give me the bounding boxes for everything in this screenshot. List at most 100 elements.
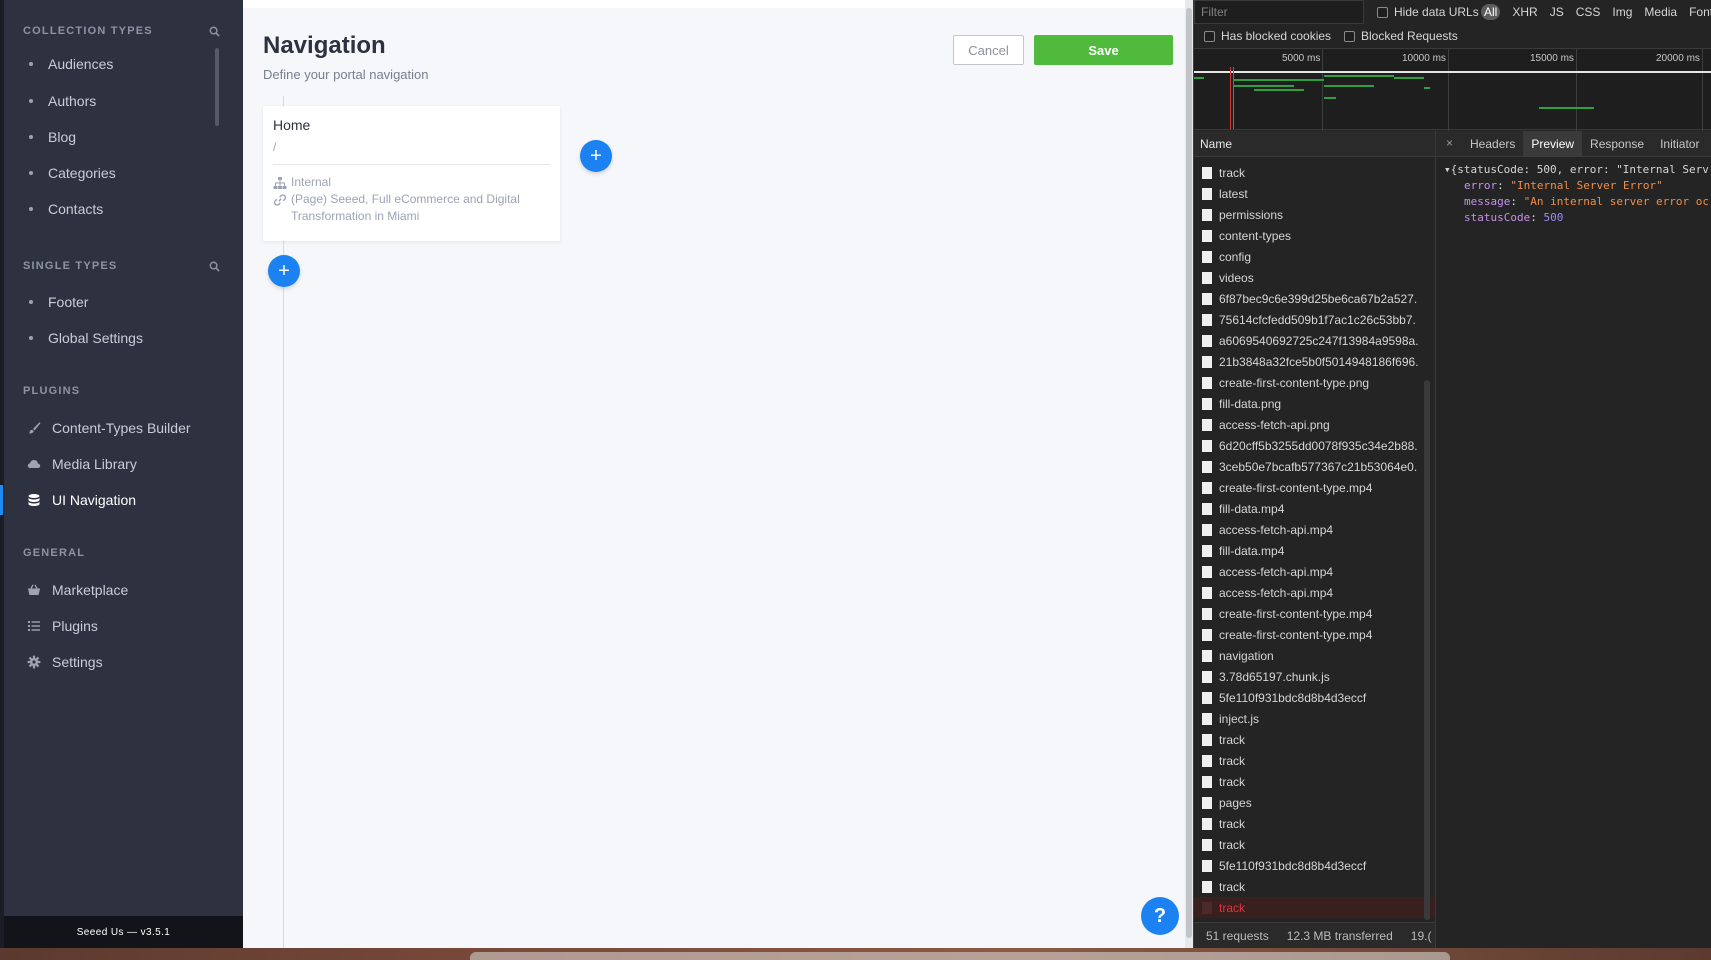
sidebar-item-audiences[interactable]: Audiences: [4, 49, 243, 79]
save-button[interactable]: Save: [1034, 35, 1173, 65]
network-timeline-overview[interactable]: 5000 ms 10000 ms 15000 ms 20000 ms: [1194, 48, 1711, 131]
request-row[interactable]: latest: [1194, 183, 1435, 204]
navigation-item-card[interactable]: Home / Internal (Page) Seeed, Full eComm…: [263, 106, 560, 241]
filter-all[interactable]: All: [1481, 4, 1501, 20]
bullet-icon: [29, 135, 33, 139]
sidebar-item-blog[interactable]: Blog: [4, 122, 243, 152]
panel-divider[interactable]: [1435, 131, 1436, 948]
sidebar-item-media-library[interactable]: Media Library: [4, 449, 243, 479]
request-row[interactable]: create-first-content-type.mp4: [1194, 624, 1435, 645]
request-row[interactable]: a6069540692725c247f13984a9598a.: [1194, 330, 1435, 351]
sidebar-item-authors[interactable]: Authors: [4, 86, 243, 116]
checkbox-box[interactable]: [1204, 30, 1215, 42]
request-row[interactable]: create-first-content-type.mp4: [1194, 603, 1435, 624]
sidebar-item-settings[interactable]: Settings: [4, 647, 243, 677]
request-row[interactable]: inject.js: [1194, 708, 1435, 729]
request-row[interactable]: track: [1194, 897, 1435, 918]
preview-summary: {statusCode: 500, error: "Internal Serv: [1450, 163, 1709, 176]
sidebar-item-marketplace[interactable]: Marketplace: [4, 575, 243, 605]
request-row[interactable]: 75614cfcfedd509b1f7ac1c26c53bb7.: [1194, 309, 1435, 330]
hide-data-urls-checkbox[interactable]: Hide data URLs: [1377, 5, 1479, 19]
sidebar-item-footer[interactable]: Footer: [4, 287, 243, 317]
request-row[interactable]: navigation: [1194, 645, 1435, 666]
sidebar-item-plugins[interactable]: Plugins: [4, 611, 243, 641]
request-row[interactable]: 6d20cff5b3255dd0078f935c34e2b88.: [1194, 435, 1435, 456]
filter-media[interactable]: Media: [1638, 4, 1683, 20]
filter-font[interactable]: Font: [1683, 4, 1711, 20]
request-row[interactable]: fill-data.mp4: [1194, 540, 1435, 561]
request-row[interactable]: create-first-content-type.mp4: [1194, 477, 1435, 498]
tab-preview[interactable]: Preview: [1523, 131, 1583, 157]
request-row[interactable]: content-types: [1194, 225, 1435, 246]
nav-item-link: (Page) Seeed, Full eCommerce and Digital…: [273, 191, 520, 225]
request-name: track: [1219, 165, 1246, 180]
sidebar-item-categories[interactable]: Categories: [4, 158, 243, 188]
tab-initiator[interactable]: Initiator: [1652, 131, 1707, 157]
filter-img[interactable]: Img: [1606, 4, 1638, 20]
bullet-icon: [29, 336, 33, 340]
sidebar-item-global-settings[interactable]: Global Settings: [4, 323, 243, 353]
request-row[interactable]: 5fe110f931bdc8d8b4d3eccf: [1194, 687, 1435, 708]
request-row[interactable]: access-fetch-api.mp4: [1194, 519, 1435, 540]
has-blocked-cookies-checkbox[interactable]: Has blocked cookies: [1204, 29, 1331, 43]
search-icon[interactable]: [209, 26, 220, 37]
expand-triangle-icon[interactable]: ▾: [1444, 163, 1451, 176]
help-button[interactable]: ?: [1141, 897, 1179, 935]
sidebar-item-label: Contacts: [48, 201, 104, 217]
add-child-item-button[interactable]: +: [580, 140, 612, 172]
sidebar-item-label: Footer: [48, 294, 89, 310]
checkbox-box[interactable]: [1344, 30, 1355, 42]
main-scrollbar[interactable]: [1185, 0, 1193, 948]
sidebar-item-ui-navigation[interactable]: UI Navigation: [0, 485, 243, 515]
request-row[interactable]: fill-data.mp4: [1194, 498, 1435, 519]
sidebar-item-label: UI Navigation: [52, 492, 137, 508]
request-row[interactable]: 21b3848a32fce5b0f5014948186f696.: [1194, 351, 1435, 372]
tab-response[interactable]: Response: [1582, 131, 1652, 157]
filter-input[interactable]: Filter: [1194, 0, 1364, 24]
request-row[interactable]: track: [1194, 834, 1435, 855]
request-row[interactable]: access-fetch-api.mp4: [1194, 582, 1435, 603]
request-name: fill-data.mp4: [1219, 501, 1285, 516]
request-row[interactable]: 3.78d65197.chunk.js: [1194, 666, 1435, 687]
dock[interactable]: [470, 952, 1450, 960]
cancel-button[interactable]: Cancel: [953, 35, 1024, 65]
request-bar: [1324, 75, 1394, 77]
sidebar-item-contacts[interactable]: Contacts: [4, 194, 243, 224]
request-row[interactable]: track: [1194, 750, 1435, 771]
checkbox-box[interactable]: [1377, 6, 1388, 18]
file-icon: [1202, 796, 1212, 809]
filter-js[interactable]: JS: [1544, 4, 1570, 20]
request-row[interactable]: access-fetch-api.png: [1194, 414, 1435, 435]
request-row[interactable]: 3ceb50e7bcafb577367c21b53064e0.: [1194, 456, 1435, 477]
request-row[interactable]: track: [1194, 813, 1435, 834]
request-row[interactable]: track: [1194, 729, 1435, 750]
tab-headers[interactable]: Headers: [1462, 131, 1523, 157]
main-scrollbar-thumb[interactable]: [1186, 8, 1192, 938]
request-row[interactable]: config: [1194, 246, 1435, 267]
request-row[interactable]: track: [1194, 771, 1435, 792]
file-icon: [1202, 271, 1212, 284]
request-row[interactable]: 5fe110f931bdc8d8b4d3eccf: [1194, 855, 1435, 876]
request-row[interactable]: 6f87bec9c6e399d25be6ca67b2a527.: [1194, 288, 1435, 309]
request-row[interactable]: fill-data.png: [1194, 393, 1435, 414]
sitemap-icon: [273, 177, 287, 189]
request-row[interactable]: videos: [1194, 267, 1435, 288]
request-name: create-first-content-type.mp4: [1219, 627, 1373, 642]
request-row[interactable]: track: [1194, 162, 1435, 183]
request-row[interactable]: pages: [1194, 792, 1435, 813]
add-item-button[interactable]: +: [268, 255, 300, 287]
preview-status-line: statusCode: 500: [1464, 211, 1564, 224]
blocked-requests-checkbox[interactable]: Blocked Requests: [1344, 29, 1458, 43]
filter-css[interactable]: CSS: [1570, 4, 1607, 20]
preview-root-line[interactable]: ▾{statusCode: 500, error: "Internal Serv: [1444, 162, 1711, 178]
sidebar-item-content-types-builder[interactable]: Content-Types Builder: [4, 413, 243, 443]
search-icon[interactable]: [209, 261, 220, 272]
request-row[interactable]: create-first-content-type.png: [1194, 372, 1435, 393]
request-row[interactable]: track: [1194, 876, 1435, 897]
close-icon[interactable]: ×: [1446, 136, 1453, 150]
filter-xhr[interactable]: XHR: [1506, 4, 1543, 20]
name-column-header[interactable]: Name: [1200, 137, 1232, 151]
request-row[interactable]: access-fetch-api.mp4: [1194, 561, 1435, 582]
request-row[interactable]: permissions: [1194, 204, 1435, 225]
request-list-scrollbar[interactable]: [1424, 380, 1430, 920]
